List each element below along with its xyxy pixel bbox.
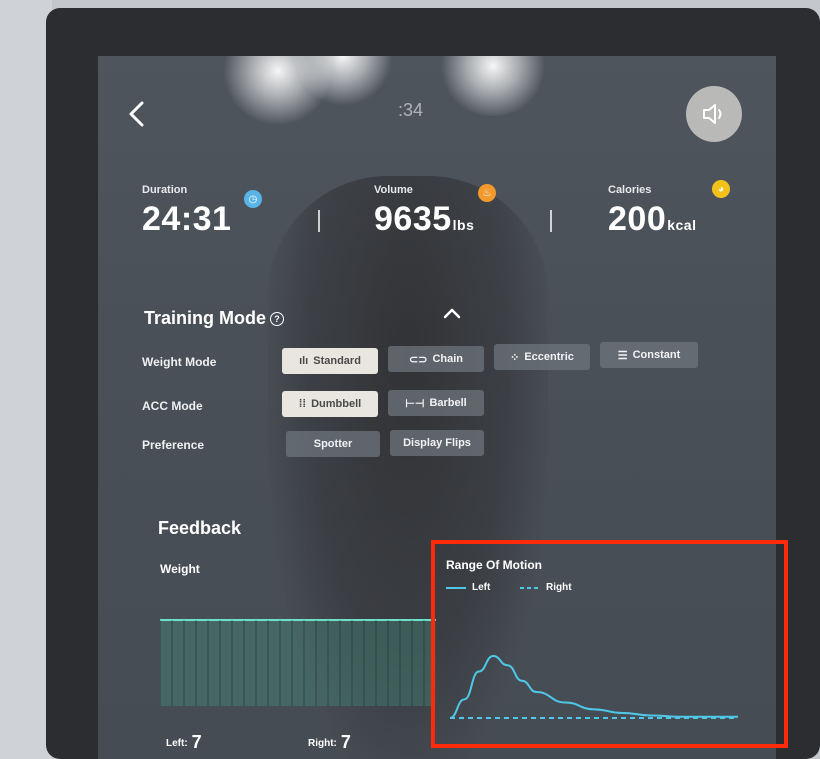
option-dumbbell[interactable]: ⁞⁞ Dumbbell	[282, 391, 378, 417]
energy-icon: ◕	[712, 180, 730, 198]
barbell-icon: ⊢⊣	[405, 397, 425, 410]
background-wall	[0, 0, 52, 759]
back-arrow-icon[interactable]	[126, 100, 150, 128]
stat-label: Duration	[142, 184, 188, 196]
option-standard[interactable]: ılı Standard	[282, 348, 378, 374]
option-chain[interactable]: ⊂⊃ Chain	[388, 346, 484, 372]
weight-fill	[160, 620, 436, 706]
waveform-icon: ılı	[299, 355, 309, 367]
flame-icon: ♨	[478, 184, 496, 202]
chain-link-icon: ⊂⊃	[409, 353, 428, 366]
eccentric-icon: ⁘	[510, 351, 520, 364]
option-barbell[interactable]: ⊢⊣ Barbell	[388, 390, 484, 416]
help-icon[interactable]: ?	[270, 312, 285, 326]
chevron-up-icon[interactable]	[442, 306, 462, 320]
clock-icon: ◷	[244, 190, 262, 208]
volume-stat: Volume 9635lbs	[374, 184, 474, 239]
stat-label: Volume	[374, 184, 413, 196]
legend-right-swatch	[520, 586, 540, 589]
session-clock: :34	[398, 100, 424, 120]
divider	[550, 210, 552, 232]
feedback-title: Feedback	[158, 518, 242, 538]
divider	[318, 210, 320, 232]
preference-label: Preference	[142, 438, 205, 452]
stat-value: 24:31	[142, 200, 232, 238]
sound-button[interactable]	[686, 86, 742, 142]
stat-label: Calories	[608, 184, 652, 196]
series-line-left	[449, 654, 738, 719]
option-constant[interactable]: ☰ Constant	[600, 342, 698, 368]
acc-mode-label: ACC Mode	[142, 399, 203, 413]
weight-bars-chart	[160, 619, 436, 706]
stat-value: 9635lbs	[374, 200, 475, 238]
calories-stat: Calories 200kcal	[608, 184, 696, 239]
stat-value: 200kcal	[608, 200, 697, 238]
constant-icon: ☰	[617, 349, 628, 362]
option-display-flips[interactable]: Display Flips	[390, 430, 484, 456]
weight-label: Weight	[160, 562, 200, 576]
left-count: Left: 7	[166, 732, 202, 752]
duration-stat: Duration 24:31	[142, 184, 232, 239]
weight-mode-label: Weight Mode	[142, 355, 217, 369]
range-of-motion-chart	[449, 654, 738, 719]
light-glare	[438, 56, 548, 116]
option-spotter[interactable]: Spotter	[286, 431, 380, 457]
option-eccentric[interactable]: ⁘ Eccentric	[494, 344, 590, 370]
legend-left: Left	[446, 582, 490, 593]
device-screen: :34 Duration 24:31 ◷ Volume 9635lbs ♨ Ca…	[98, 56, 776, 759]
speaker-icon	[703, 104, 722, 124]
legend-right: Right	[520, 582, 572, 593]
dumbbell-icon: ⁞⁞	[298, 398, 307, 410]
training-mode-title: Training Mode?	[144, 308, 285, 329]
chart-title: Range Of Motion	[446, 558, 542, 572]
legend-left-swatch	[446, 586, 466, 589]
right-count: Right: 7	[308, 732, 351, 752]
